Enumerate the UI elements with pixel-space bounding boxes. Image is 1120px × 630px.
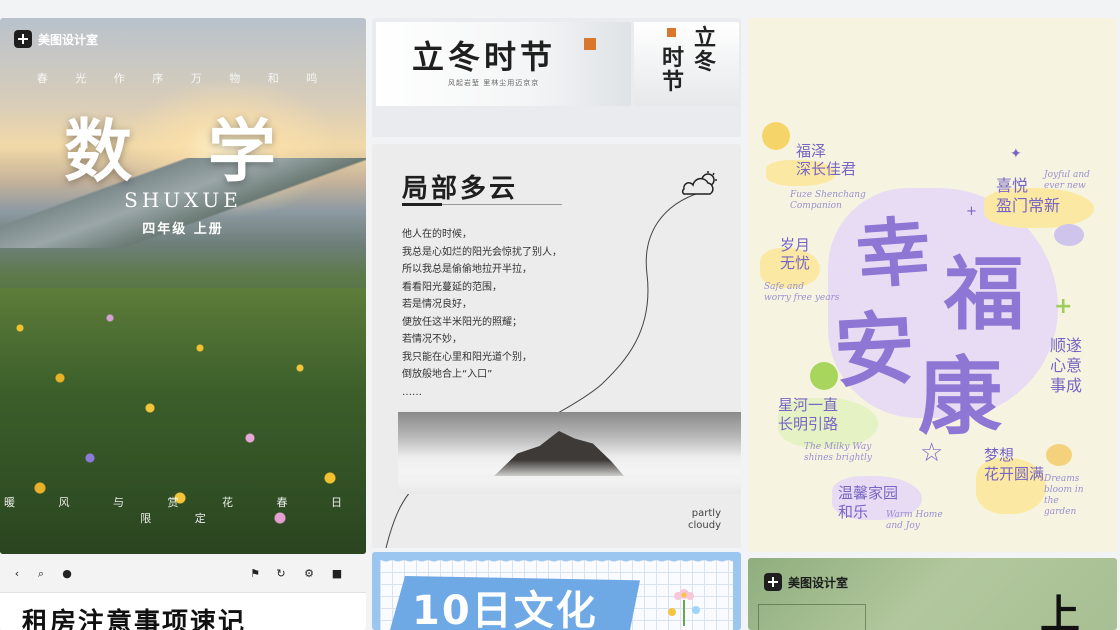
blessing-card[interactable]: 幸 福 安 康 福泽 深长佳君 Fuze Shenchang Companion… [748, 18, 1117, 552]
cover-grade: 四年级 上册 [142, 222, 224, 237]
cloud-title: 局部多云 [402, 174, 519, 204]
refresh-icon[interactable]: ↻ [274, 567, 288, 581]
partly-cloudy-caption: partly cloudy [688, 508, 721, 531]
phrase-xinghe-en: The Milky Way shines brightly [804, 442, 872, 463]
green-cover-card[interactable]: 美图设计室 上 [748, 558, 1117, 630]
cover-pinyin: SHUXUE [124, 188, 242, 212]
lock-icon[interactable]: ■ [330, 567, 344, 581]
mist-layer [398, 460, 741, 494]
phrase-suiyue-en: Safe and worry free years [764, 282, 840, 303]
phrase-mengxiang-en: Dreams bloom in the garden [1044, 474, 1084, 517]
bell-icon[interactable]: ● [60, 567, 74, 581]
char-kang: 康 [918, 347, 1003, 446]
cover-footer: 暖 风 与 赏 花 春 日 限 定 [4, 496, 362, 525]
paper-edge [380, 556, 733, 564]
vertical-text-right: 立冬 [694, 25, 717, 75]
lidong-tagline: 风起岩堑 里林尘用迈京京 [448, 79, 540, 87]
seal-stamp-small-icon [667, 28, 676, 37]
phrase-suiyue: 岁月 无忧 [780, 236, 811, 272]
flag-icon[interactable]: ⚑ [248, 567, 262, 581]
culture-card[interactable]: 10日文化 [372, 552, 741, 630]
decorative-frame [758, 604, 866, 630]
brand-name: 美图设计室 [38, 32, 99, 47]
star-icon: ☆ [920, 438, 944, 468]
brand-logo: 美图设计室 [764, 573, 848, 591]
math-cover-card[interactable]: 美图设计室 春 光 作 序 万 物 和 鸣 数 学 SHUXUE 四年级 上册 … [0, 18, 366, 554]
partly-cloudy-card[interactable]: 局部多云 他人在的时候， 我总是心如烂的阳光会惊扰了别人， 所以我总是偷偷地拉开… [372, 144, 741, 548]
green-smiley-icon [810, 362, 838, 390]
note-card[interactable]: ‹ ⌕ ● ⚑ ↻ ⚙ ■ 租房注意事项速记 [0, 558, 366, 630]
brand-logo: 美图设计室 [14, 30, 98, 48]
phrase-shunsui: 顺遂 心意 事成 [1050, 336, 1083, 395]
plus-icon: + [966, 204, 977, 219]
settings-icon[interactable]: ⚙ [302, 567, 316, 581]
lidong-card[interactable]: 立冬时节 风起岩堑 里林尘用迈京京 时节 立冬 [372, 18, 741, 137]
back-icon[interactable]: ‹ [10, 567, 24, 581]
char-fu: 福 [944, 247, 1024, 341]
flower-icon [668, 589, 700, 626]
smiley-icon [762, 122, 790, 150]
phrase-mengxiang: 梦想 花开圆满 [984, 446, 1045, 483]
lidong-title: 立冬时节 [412, 38, 557, 76]
char-an: 安 [831, 300, 917, 400]
phrase-fuze-en: Fuze Shenchang Companion [790, 190, 866, 211]
search-icon[interactable]: ⌕ [34, 567, 48, 581]
green-title: 上 [1040, 591, 1080, 630]
meitu-logo-icon [764, 573, 782, 591]
cloud-face-icon [1054, 224, 1084, 246]
phrase-fuze: 福泽 深长佳君 [796, 142, 857, 178]
cover-title: 数 学 [64, 112, 302, 192]
meitu-logo-icon [14, 30, 32, 48]
note-title: 租房注意事项速记 [22, 608, 247, 630]
misty-mountain-photo [398, 412, 741, 494]
vertical-text-left: 时节 [662, 45, 685, 95]
lidong-thumb [634, 22, 739, 106]
browser-toolbar: ‹ ⌕ ● ⚑ ↻ ⚙ ■ [0, 558, 366, 593]
phrase-xinghe: 星河一直 长明引路 [778, 396, 839, 433]
sparkle-icon: ✦ [1010, 146, 1022, 162]
culture-title: 10日文化 [412, 588, 598, 630]
green-plus-icon: + [1054, 294, 1073, 319]
cloud-sun-icon [681, 171, 717, 195]
title-underline [402, 203, 562, 206]
poem-text: 他人在的时候， 我总是心如烂的阳光会惊扰了别人， 所以我总是偷偷地拉开半拉， 看… [402, 229, 562, 398]
phrase-wenxin-en: Warm Home and Joy [886, 510, 943, 531]
brand-name: 美图设计室 [788, 575, 849, 590]
phrase-xiyue-en: Joyful and ever new [1044, 170, 1090, 191]
seal-stamp-icon [584, 38, 596, 50]
cover-subtitle: 春 光 作 序 万 物 和 鸣 [36, 72, 330, 85]
sun-face-icon [1046, 444, 1072, 466]
